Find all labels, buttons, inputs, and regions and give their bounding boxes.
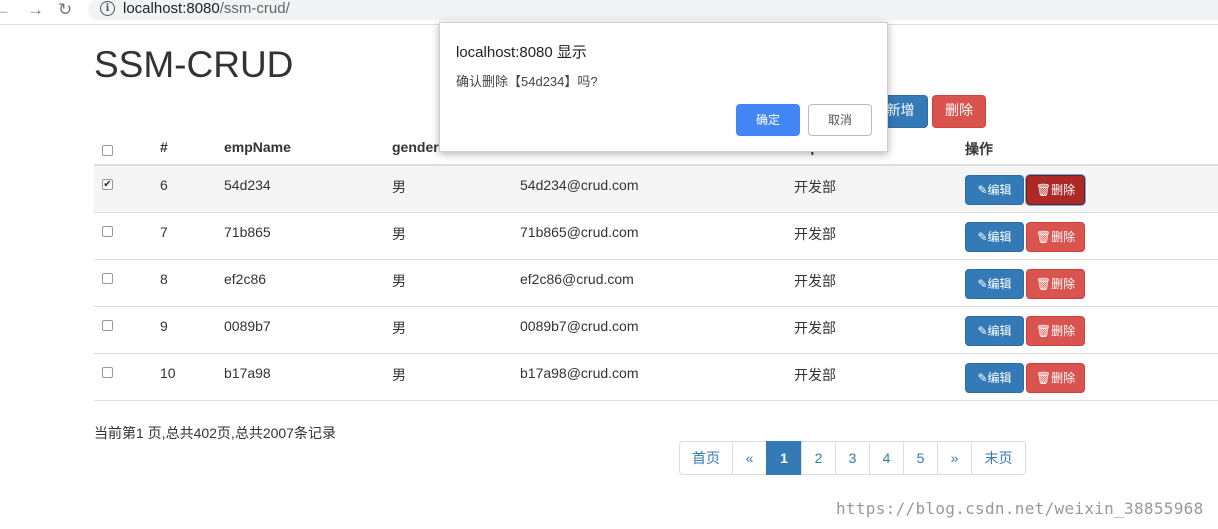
edit-button-label: 编辑	[987, 371, 1012, 385]
cell-gender: 男	[392, 367, 406, 383]
page-link[interactable]: 首页	[679, 441, 733, 475]
page-link[interactable]: 2	[801, 441, 836, 475]
url-text[interactable]: localhost:8080/ssm-crud/	[123, 0, 290, 18]
page-link[interactable]: 1	[766, 441, 802, 475]
add-button-label: 新增	[886, 103, 915, 119]
cell-id: 7	[160, 224, 168, 240]
cell-deptname: 开发部	[794, 367, 836, 383]
back-icon[interactable]: ←	[0, 1, 11, 19]
header-gender: gender	[392, 139, 439, 155]
row-checkbox[interactable]	[102, 367, 113, 378]
edit-button-label: 编辑	[987, 277, 1012, 291]
edit-button[interactable]: ✎编辑	[965, 222, 1024, 252]
row-delete-button[interactable]: 🗑删除	[1026, 269, 1085, 299]
page-link[interactable]: 末页	[971, 441, 1026, 475]
cell-empname: 71b865	[224, 224, 271, 240]
edit-button[interactable]: ✎编辑	[965, 175, 1024, 205]
cell-empname: 54d234	[224, 177, 271, 193]
cell-id: 10	[160, 365, 176, 381]
reload-icon[interactable]: ↻	[58, 1, 72, 19]
cell-id: 8	[160, 271, 168, 287]
cell-id: 6	[160, 177, 168, 193]
trash-icon: 🗑	[1035, 371, 1052, 385]
row-delete-button-label: 删除	[1051, 230, 1076, 244]
page-link[interactable]: «	[732, 441, 767, 475]
edit-button-label: 编辑	[987, 230, 1012, 244]
row-checkbox[interactable]	[102, 226, 113, 237]
trash-icon: 🗑	[1035, 324, 1052, 338]
cell-email: 0089b7@crud.com	[520, 318, 639, 334]
forward-icon[interactable]: →	[27, 1, 44, 19]
cell-email: 71b865@crud.com	[520, 224, 639, 240]
edit-button[interactable]: ✎编辑	[965, 363, 1024, 393]
row-delete-button[interactable]: 🗑删除	[1026, 363, 1085, 393]
cell-deptname: 开发部	[794, 179, 836, 195]
watermark: https://blog.csdn.net/weixin_38855968	[836, 499, 1204, 518]
cell-email: ef2c86@crud.com	[520, 271, 634, 287]
cell-deptname: 开发部	[794, 273, 836, 289]
cell-gender: 男	[392, 179, 406, 195]
page-link[interactable]: 5	[903, 441, 938, 475]
cell-id: 9	[160, 318, 168, 334]
cell-empname: b17a98	[224, 365, 271, 381]
confirm-dialog: localhost:8080 显示 确认删除【54d234】吗? 确定 取消	[439, 22, 888, 152]
cell-deptname: 开发部	[794, 320, 836, 336]
cell-gender: 男	[392, 226, 406, 242]
delete-button-label: 删除	[945, 103, 973, 119]
pencil-icon: ✎	[977, 230, 988, 244]
cell-deptname: 开发部	[794, 226, 836, 242]
delete-button[interactable]: 删除	[932, 95, 986, 128]
row-delete-button-label: 删除	[1051, 183, 1076, 197]
url-host: localhost:8080	[123, 0, 220, 17]
row-delete-button-label: 删除	[1051, 277, 1076, 291]
dialog-title: localhost:8080 显示	[456, 44, 587, 61]
cell-empname: 0089b7	[224, 318, 271, 334]
row-checkbox[interactable]: ✔	[102, 179, 113, 190]
page-link[interactable]: 3	[835, 441, 870, 475]
header-id: #	[160, 139, 168, 155]
page-title: SSM-CRUD	[94, 44, 294, 85]
cell-email: b17a98@crud.com	[520, 365, 639, 381]
header-actions: 操作	[965, 141, 993, 157]
row-delete-button-label: 删除	[1051, 324, 1076, 338]
cell-gender: 男	[392, 320, 406, 336]
page-link[interactable]: »	[937, 441, 972, 475]
row-delete-button[interactable]: 🗑删除	[1026, 316, 1085, 346]
cell-empname: ef2c86	[224, 271, 267, 287]
pencil-icon: ✎	[977, 277, 988, 291]
dialog-cancel-button[interactable]: 取消	[808, 104, 872, 136]
trash-icon: 🗑	[1035, 183, 1052, 197]
row-delete-button[interactable]: 🗑删除	[1026, 175, 1085, 205]
select-all-checkbox[interactable]	[102, 145, 113, 156]
row-delete-button[interactable]: 🗑删除	[1026, 222, 1085, 252]
edit-button-label: 编辑	[987, 324, 1012, 338]
trash-icon: 🗑	[1035, 277, 1052, 291]
row-checkbox[interactable]	[102, 320, 113, 331]
row-checkbox[interactable]	[102, 273, 113, 284]
pencil-icon: ✎	[977, 183, 988, 197]
cell-email: 54d234@crud.com	[520, 177, 639, 193]
pagination: 首页 «1 2 3 4 5» 末页	[679, 441, 1026, 475]
info-icon[interactable]: i	[100, 1, 115, 16]
dialog-message: 确认删除【54d234】吗?	[456, 74, 598, 89]
pencil-icon: ✎	[977, 324, 988, 338]
dialog-ok-button[interactable]: 确定	[736, 104, 800, 136]
cell-gender: 男	[392, 273, 406, 289]
pencil-icon: ✎	[977, 371, 988, 385]
row-delete-button-label: 删除	[1051, 371, 1076, 385]
row-divider	[94, 400, 1218, 401]
edit-button-label: 编辑	[987, 183, 1012, 197]
trash-icon: 🗑	[1035, 230, 1052, 244]
edit-button[interactable]: ✎编辑	[965, 316, 1024, 346]
edit-button[interactable]: ✎编辑	[965, 269, 1024, 299]
header-empname: empName	[224, 139, 291, 155]
page-link[interactable]: 4	[869, 441, 904, 475]
page-info: 当前第1 页,总共402页,总共2007条记录	[94, 425, 336, 441]
url-path: /ssm-crud/	[219, 0, 290, 17]
